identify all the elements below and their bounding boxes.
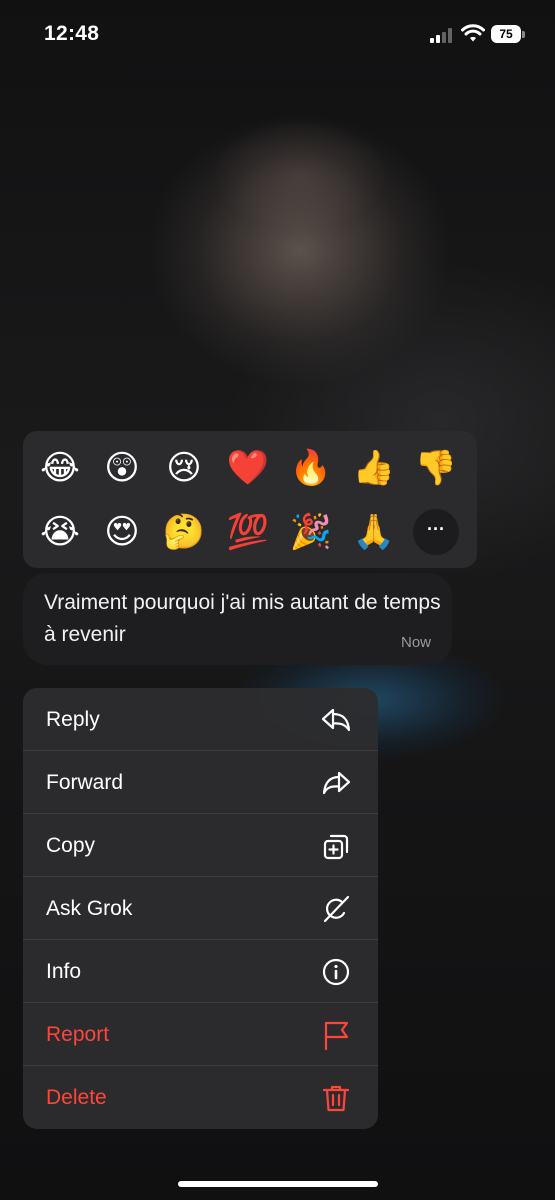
reaction-thumbs-down[interactable]: 👎 (413, 445, 459, 491)
cellular-signal-icon (430, 27, 454, 43)
reaction-picker: 😂 😲 😢 ❤️ 🔥 👍 👎 😭 😍 🤔 💯 🎉 🙏 ··· (23, 431, 477, 568)
reaction-party[interactable]: 🎉 (288, 509, 334, 555)
reaction-fire[interactable]: 🔥 (288, 445, 334, 491)
copy-icon (323, 834, 349, 860)
reaction-astonished[interactable]: 😲 (99, 445, 145, 491)
reaction-crying[interactable]: 😢 (161, 445, 207, 491)
reaction-heart[interactable]: ❤️ (225, 445, 271, 491)
menu-item-copy[interactable]: Copy (23, 814, 378, 877)
battery-cap (522, 31, 525, 38)
menu-item-label: Reply (46, 708, 100, 731)
reply-icon (321, 708, 351, 732)
message-bubble[interactable]: Vraiment pourquoi j'ai mis autant de tem… (23, 573, 452, 665)
reaction-heart-eyes[interactable]: 😍 (99, 509, 145, 555)
menu-item-report[interactable]: Report (23, 1003, 378, 1066)
menu-item-info[interactable]: Info (23, 940, 378, 1003)
reaction-thumbs-up[interactable]: 👍 (351, 445, 397, 491)
status-bar: 12:48 75 (0, 0, 555, 70)
wifi-icon (461, 24, 485, 42)
reaction-sobbing[interactable]: 😭 (37, 509, 83, 555)
message-timestamp: Now (400, 634, 431, 651)
menu-item-label: Info (46, 960, 82, 983)
forward-icon (322, 771, 351, 795)
reaction-thinking[interactable]: 🤔 (161, 509, 207, 555)
reaction-pray[interactable]: 🙏 (351, 509, 397, 555)
menu-item-delete[interactable]: Delete (23, 1066, 378, 1129)
more-reactions-button[interactable]: ··· (413, 509, 459, 555)
menu-item-label: Ask Grok (46, 897, 133, 920)
menu-item-forward[interactable]: Forward (23, 751, 378, 814)
menu-item-label: Report (46, 1023, 110, 1046)
flag-icon (324, 1021, 349, 1051)
battery-icon: 75 (491, 25, 521, 43)
info-icon (322, 958, 350, 986)
menu-item-label: Forward (46, 771, 124, 794)
trash-icon (322, 1085, 350, 1112)
home-indicator[interactable] (178, 1181, 378, 1187)
grok-icon (323, 895, 350, 923)
context-menu: Reply Forward Copy Ask Grok Info Report … (23, 688, 378, 1129)
menu-item-ask-grok[interactable]: Ask Grok (23, 877, 378, 940)
message-text: Vraiment pourquoi j'ai mis autant de tem… (44, 591, 441, 646)
menu-item-reply[interactable]: Reply (23, 688, 378, 751)
menu-item-label: Copy (46, 834, 96, 857)
menu-item-label: Delete (46, 1086, 107, 1109)
status-time: 12:48 (44, 22, 100, 45)
reaction-tears-of-joy[interactable]: 😂 (37, 445, 83, 491)
reaction-hundred[interactable]: 💯 (225, 509, 271, 555)
